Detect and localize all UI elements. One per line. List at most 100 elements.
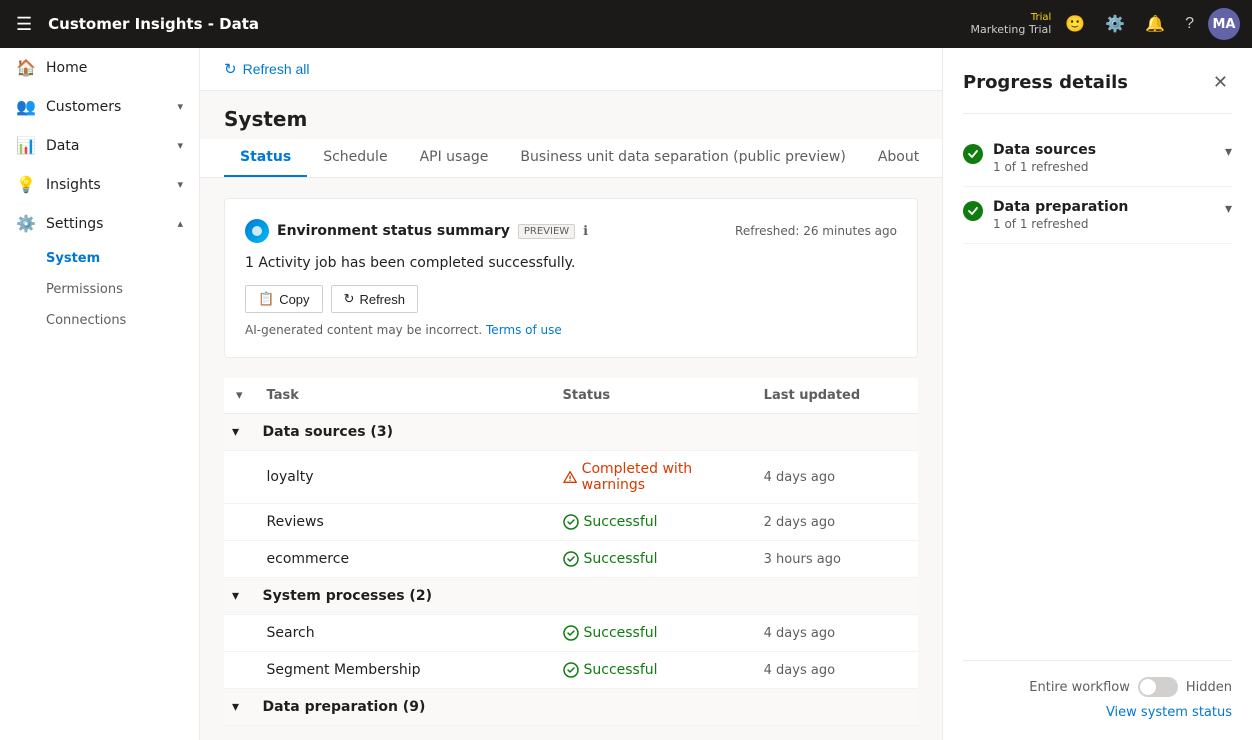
sidebar-item-system[interactable]: System bbox=[46, 243, 199, 274]
row-indent bbox=[224, 615, 255, 652]
view-system-link-container: View system status bbox=[963, 705, 1232, 720]
copy-label: Copy bbox=[279, 292, 309, 307]
sidebar-sub-label-connections: Connections bbox=[46, 313, 126, 328]
group-name: Data preparation (9) bbox=[255, 689, 918, 726]
refresh-all-label: Refresh all bbox=[243, 61, 310, 77]
status-warning: Completed with warnings bbox=[563, 461, 740, 493]
task-status: Successful bbox=[551, 652, 752, 689]
group-chevron[interactable]: ▾ bbox=[224, 578, 255, 615]
check-circle-green-icon bbox=[963, 201, 983, 221]
table-row: Reviews Successful 2 days ago bbox=[224, 504, 918, 541]
info-icon[interactable]: ℹ bbox=[583, 224, 588, 239]
group-name: Data sources (3) bbox=[255, 414, 918, 451]
tabs-bar: Status Schedule API usage Business unit … bbox=[200, 139, 942, 178]
trial-name: Marketing Trial bbox=[971, 23, 1052, 36]
progress-item-info: Data preparation 1 of 1 refreshed bbox=[993, 199, 1215, 231]
tab-api-usage[interactable]: API usage bbox=[404, 139, 505, 177]
close-progress-button[interactable]: ✕ bbox=[1209, 68, 1232, 97]
task-name: Reviews bbox=[255, 504, 551, 541]
sidebar-item-insights[interactable]: 💡 Insights ▾ bbox=[0, 165, 199, 204]
progress-item: Data preparation 1 of 1 refreshed ▾ bbox=[963, 187, 1232, 244]
tab-status[interactable]: Status bbox=[224, 139, 307, 177]
progress-item-sub: 1 of 1 refreshed bbox=[993, 217, 1215, 231]
settings-icon-button[interactable]: ⚙️ bbox=[1099, 10, 1131, 38]
refreshed-text: Refreshed: 26 minutes ago bbox=[735, 224, 897, 238]
tab-schedule[interactable]: Schedule bbox=[307, 139, 403, 177]
check-circle-green-icon bbox=[963, 144, 983, 164]
app-body: 🏠 Home 👥 Customers ▾ 📊 Data ▾ 💡 Insights… bbox=[0, 48, 1252, 740]
task-updated: 3 hours ago bbox=[752, 541, 918, 578]
group-chevron[interactable]: ▾ bbox=[224, 414, 255, 451]
emoji-button[interactable]: 🙂 bbox=[1059, 10, 1091, 38]
status-message: 1 Activity job has been completed succes… bbox=[245, 255, 897, 271]
status-success: Successful bbox=[563, 514, 740, 530]
refresh-all-button[interactable]: ↻ Refresh all bbox=[224, 60, 310, 78]
task-table: ▾ Task Status Last updated ▾ Data source… bbox=[224, 378, 918, 726]
row-indent bbox=[224, 652, 255, 689]
copy-button[interactable]: 📋 Copy bbox=[245, 285, 323, 313]
table-row: Segment Membership Successful 4 days ago bbox=[224, 652, 918, 689]
environment-icon bbox=[245, 219, 269, 243]
task-updated: 4 days ago bbox=[752, 615, 918, 652]
task-name: Search bbox=[255, 615, 551, 652]
progress-item-title: Data sources bbox=[993, 142, 1215, 158]
progress-item-expand[interactable]: ▾ bbox=[1225, 144, 1232, 160]
collapse-all-header[interactable]: ▾ bbox=[224, 378, 255, 414]
sidebar-item-settings[interactable]: ⚙️ Settings ▴ bbox=[0, 204, 199, 243]
terms-of-use-link[interactable]: Terms of use bbox=[486, 323, 562, 337]
task-group-row[interactable]: ▾ System processes (2) bbox=[224, 578, 918, 615]
sidebar-label-data: Data bbox=[46, 138, 79, 154]
status-success: Successful bbox=[563, 625, 740, 641]
task-status: Successful bbox=[551, 541, 752, 578]
refresh-button[interactable]: ↻ Refresh bbox=[331, 285, 418, 313]
sidebar-sub-label-permissions: Permissions bbox=[46, 282, 123, 297]
row-indent bbox=[224, 504, 255, 541]
group-name: System processes (2) bbox=[255, 578, 918, 615]
check-circle-icon bbox=[563, 514, 579, 530]
task-section: ▾ Task Status Last updated ▾ Data source… bbox=[200, 378, 942, 726]
tab-general[interactable]: General bbox=[935, 139, 942, 177]
copy-icon: 📋 bbox=[258, 291, 274, 307]
warning-icon bbox=[563, 469, 577, 485]
task-updated: 4 days ago bbox=[752, 652, 918, 689]
progress-panel: Progress details ✕ Data sources 1 of 1 r… bbox=[942, 48, 1252, 740]
task-group-row[interactable]: ▾ Data preparation (9) bbox=[224, 689, 918, 726]
hamburger-button[interactable]: ☰ bbox=[12, 10, 36, 39]
group-chevron[interactable]: ▾ bbox=[224, 689, 255, 726]
sidebar-item-permissions[interactable]: Permissions bbox=[46, 274, 199, 305]
task-status: Successful bbox=[551, 615, 752, 652]
task-updated: 4 days ago bbox=[752, 451, 918, 504]
bell-button[interactable]: 🔔 bbox=[1139, 10, 1171, 38]
insights-icon: 💡 bbox=[16, 175, 36, 194]
task-group-row[interactable]: ▾ Data sources (3) bbox=[224, 414, 918, 451]
check-circle-icon bbox=[563, 551, 579, 567]
main-content: ↻ Refresh all System Status Schedule API… bbox=[200, 48, 942, 740]
progress-item-info: Data sources 1 of 1 refreshed bbox=[993, 142, 1215, 174]
view-system-status-link[interactable]: View system status bbox=[1106, 705, 1232, 720]
refresh-small-icon: ↻ bbox=[344, 291, 355, 307]
task-updated: 2 days ago bbox=[752, 504, 918, 541]
progress-item-expand[interactable]: ▾ bbox=[1225, 201, 1232, 217]
avatar[interactable]: MA bbox=[1208, 8, 1240, 40]
settings-icon: ⚙️ bbox=[16, 214, 36, 233]
task-name: ecommerce bbox=[255, 541, 551, 578]
refresh-bar: ↻ Refresh all bbox=[200, 48, 942, 91]
col-header-status: Status bbox=[551, 378, 752, 414]
progress-item: Data sources 1 of 1 refreshed ▾ bbox=[963, 130, 1232, 187]
chevron-up-icon: ▴ bbox=[177, 217, 183, 230]
trial-label: Trial bbox=[1031, 12, 1051, 23]
tab-about[interactable]: About bbox=[862, 139, 935, 177]
app-title: Customer Insights - Data bbox=[48, 15, 958, 33]
progress-item-sub: 1 of 1 refreshed bbox=[993, 160, 1215, 174]
help-button[interactable]: ? bbox=[1179, 11, 1200, 37]
workflow-label: Entire workflow bbox=[1029, 680, 1130, 695]
sidebar-item-customers[interactable]: 👥 Customers ▾ bbox=[0, 87, 199, 126]
sidebar-item-connections[interactable]: Connections bbox=[46, 305, 199, 336]
tab-business-unit[interactable]: Business unit data separation (public pr… bbox=[504, 139, 861, 177]
entire-workflow-toggle[interactable] bbox=[1138, 677, 1178, 697]
toggle-slider bbox=[1138, 677, 1178, 697]
task-name: loyalty bbox=[255, 451, 551, 504]
sidebar-item-data[interactable]: 📊 Data ▾ bbox=[0, 126, 199, 165]
sidebar-item-home[interactable]: 🏠 Home bbox=[0, 48, 199, 87]
sidebar-label-customers: Customers bbox=[46, 99, 121, 115]
